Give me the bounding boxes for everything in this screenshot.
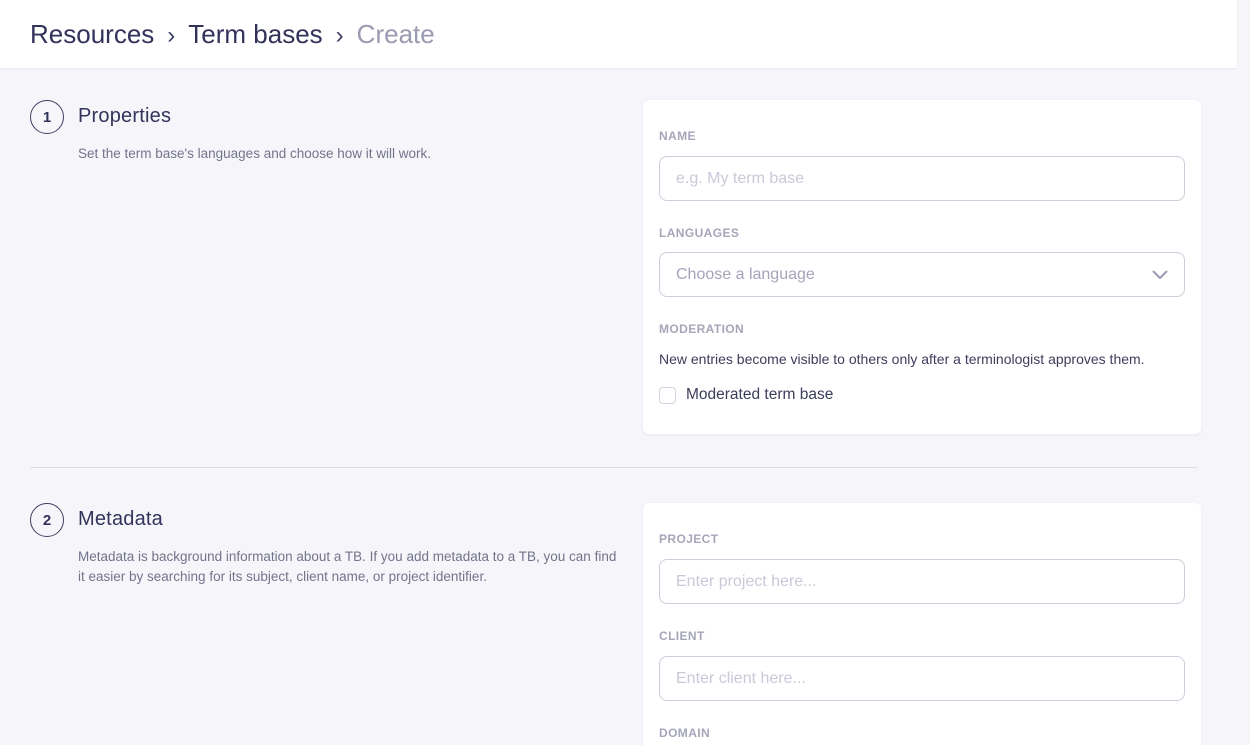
client-input[interactable]: [659, 656, 1185, 701]
metadata-card: PROJECT CLIENT DOMAIN: [643, 503, 1201, 745]
name-field-label: NAME: [659, 129, 1185, 143]
name-input[interactable]: [659, 156, 1185, 201]
section-properties-info: 1 Properties Set the term base's languag…: [30, 100, 643, 164]
project-input[interactable]: [659, 559, 1185, 604]
top-header: Resources › Term bases › Create: [0, 0, 1237, 68]
section-description-properties: Set the term base's languages and choose…: [78, 144, 431, 164]
step-number: 2: [43, 512, 51, 529]
properties-card: NAME LANGUAGES Choose a language MODERAT…: [643, 100, 1201, 434]
step-number-badge: 2: [30, 503, 64, 537]
section-title-metadata: Metadata: [78, 508, 623, 531]
moderated-term-base-option[interactable]: Moderated term base: [659, 386, 1185, 404]
section-title-properties: Properties: [78, 105, 431, 128]
moderation-help-text: New entries become visible to others onl…: [659, 351, 1185, 367]
client-field-label: CLIENT: [659, 629, 1185, 643]
breadcrumb-current-create: Create: [357, 19, 435, 50]
section-properties: 1 Properties Set the term base's languag…: [30, 68, 1201, 434]
breadcrumb-link-term-bases[interactable]: Term bases: [188, 19, 322, 50]
languages-select[interactable]: Choose a language: [659, 252, 1185, 297]
languages-select-placeholder: Choose a language: [676, 266, 815, 284]
moderated-term-base-checkbox[interactable]: [659, 387, 676, 404]
domain-field-label: DOMAIN: [659, 726, 1185, 740]
breadcrumb: Resources › Term bases › Create: [30, 19, 435, 50]
step-number-badge: 1: [30, 100, 64, 134]
create-term-base-form: 1 Properties Set the term base's languag…: [0, 68, 1250, 745]
section-description-metadata: Metadata is background information about…: [78, 547, 623, 588]
chevron-down-icon: [1152, 270, 1168, 280]
breadcrumb-link-resources[interactable]: Resources: [30, 19, 154, 50]
languages-field-label: LANGUAGES: [659, 226, 1185, 240]
step-number: 1: [43, 109, 51, 126]
breadcrumb-separator: ›: [167, 22, 175, 50]
section-metadata-info: 2 Metadata Metadata is background inform…: [30, 503, 643, 588]
moderated-term-base-label: Moderated term base: [686, 386, 833, 404]
section-metadata: 2 Metadata Metadata is background inform…: [30, 468, 1201, 745]
breadcrumb-separator: ›: [336, 22, 344, 50]
project-field-label: PROJECT: [659, 532, 1185, 546]
moderation-field-label: MODERATION: [659, 322, 1185, 336]
